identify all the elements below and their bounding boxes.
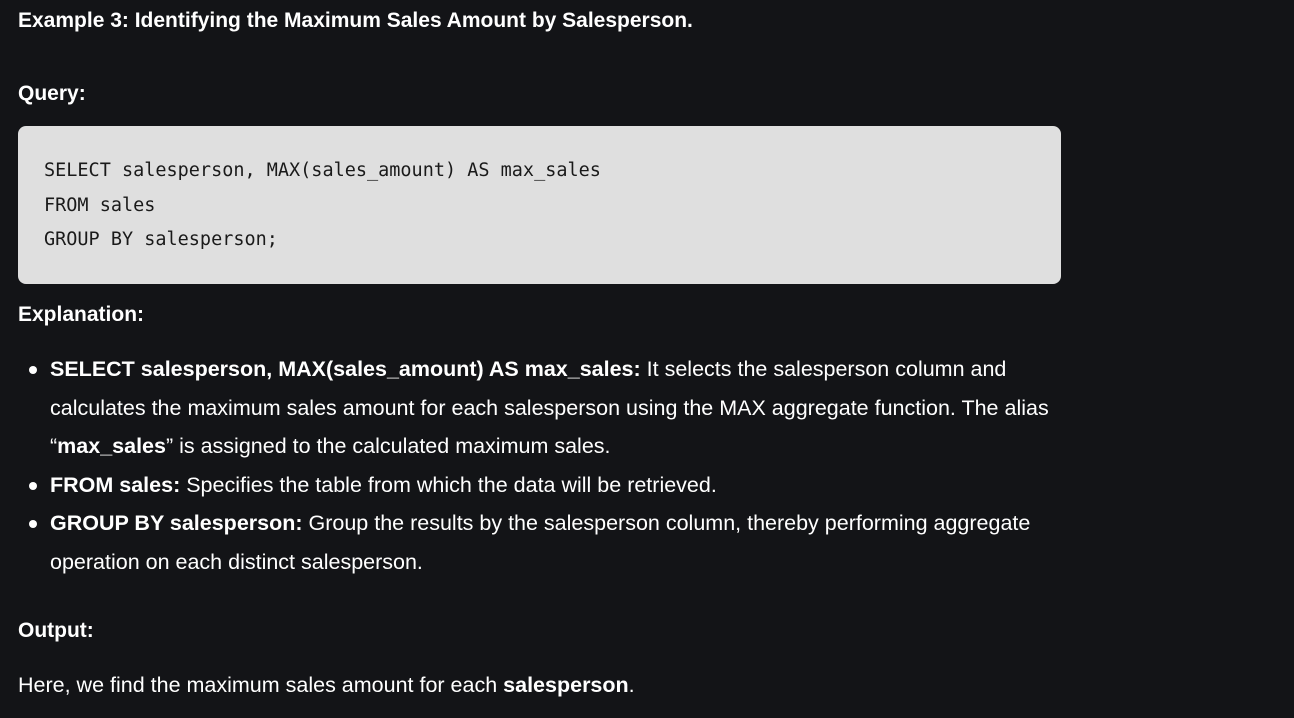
bullet-text: ” is assigned to the calculated maximum … (165, 434, 611, 458)
bullet-bold-alias: max_sales (57, 434, 166, 458)
example-heading: Example 3: Identifying the Maximum Sales… (18, 9, 693, 32)
code-block[interactable]: SELECT salesperson, MAX(sales_amount) AS… (18, 126, 1061, 284)
code-line: SELECT salesperson, MAX(sales_amount) AS… (44, 160, 601, 181)
explanation-list: SELECT salesperson, MAX(sales_amount) AS… (18, 350, 1078, 581)
code-line: FROM sales (44, 194, 156, 216)
output-label: Output: (18, 619, 94, 642)
output-text: . (628, 673, 635, 697)
output-description: Here, we find the maximum sales amount f… (18, 668, 635, 702)
code-line: GROUP BY salesperson; (44, 229, 278, 250)
bullet-term: GROUP BY salesperson: (50, 511, 303, 535)
list-item: GROUP BY salesperson: Group the results … (18, 504, 1078, 581)
list-item: FROM sales: Specifies the table from whi… (18, 466, 1078, 505)
bullet-icon (29, 481, 37, 490)
bullet-text: Specifies the table from which the data … (180, 472, 717, 497)
output-bold-term: salesperson (503, 673, 629, 697)
bullet-icon (29, 366, 37, 374)
bullet-term: FROM sales: (50, 472, 181, 497)
bullet-icon (29, 520, 37, 528)
query-label: Query: (18, 82, 86, 105)
list-item: SELECT salesperson, MAX(sales_amount) AS… (18, 350, 1078, 466)
bullet-term: SELECT salesperson, MAX(sales_amount) AS… (50, 357, 641, 381)
explanation-label: Explanation: (18, 303, 145, 326)
output-text: Here, we find the maximum sales amount f… (18, 673, 504, 697)
